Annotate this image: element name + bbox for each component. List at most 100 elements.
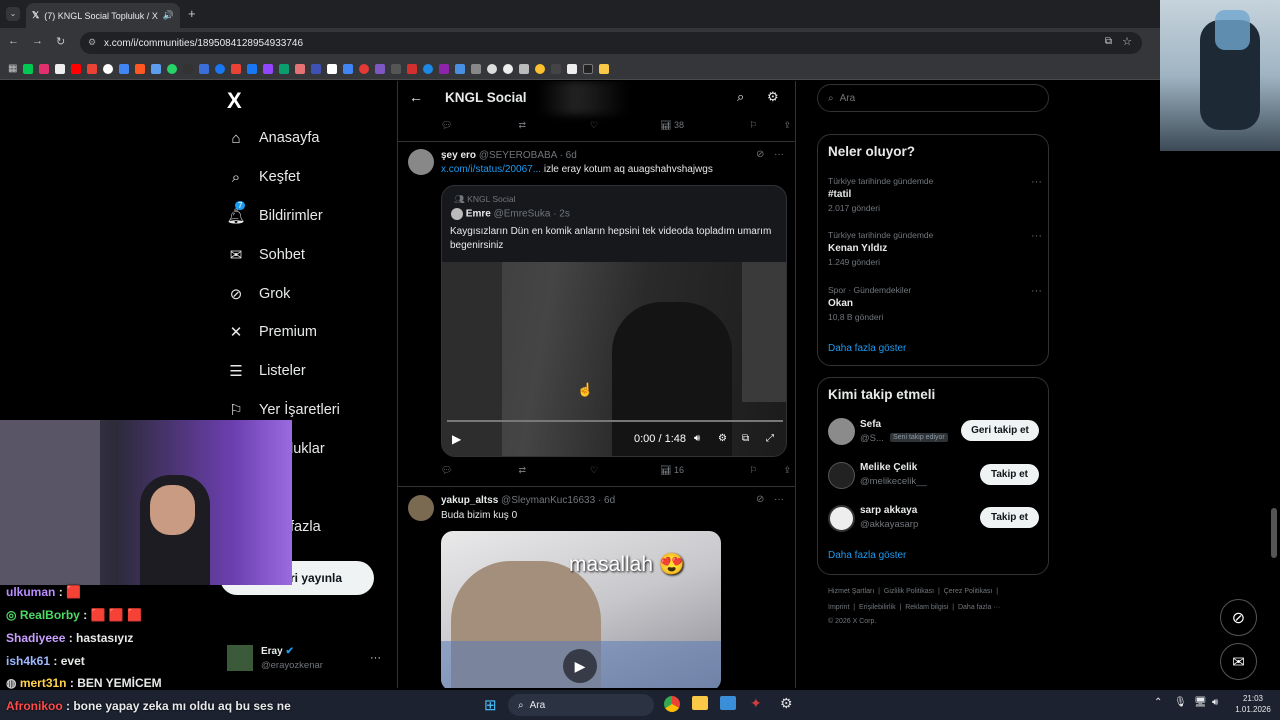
bookmark-icon-14[interactable] [231,63,242,74]
user-name[interactable]: sarp akkaya [860,505,917,516]
bookmark-icon-4[interactable] [71,63,82,74]
back-arrow-icon[interactable]: ← [8,35,19,47]
more-icon[interactable]: ··· [774,149,784,160]
play-icon[interactable]: ▶ [452,432,461,446]
post-avatar[interactable] [408,495,434,521]
site-info-icon[interactable]: ⚙ [88,37,96,48]
video-progress-bar[interactable] [447,420,783,422]
nav-home[interactable]: ⌂ Anasayfa [227,126,319,150]
nav-communities[interactable]: luklar [290,437,325,461]
mic-icon[interactable]: 🎙︎ [1174,697,1187,708]
fullscreen-icon[interactable]: ⤢ [766,433,774,444]
bookmark-icon-36[interactable] [583,63,594,74]
search-input[interactable]: ⌕ Ara [817,84,1049,112]
more-icon[interactable]: ··· [774,494,784,505]
pip-icon[interactable]: ⧉ [742,433,749,444]
bookmark-icon-27[interactable] [439,63,450,74]
post-link[interactable]: x.com/i/status/20067... [441,164,541,175]
bookmark-icon-22[interactable] [359,63,370,74]
explorer-taskbar-icon[interactable] [692,696,708,710]
bookmark-icon-8[interactable] [135,63,146,74]
footer-link[interactable]: Çerez Politikası [944,588,993,595]
user-avatar[interactable] [828,505,855,532]
tab-search-button[interactable]: ⌄ [6,7,20,21]
tab-active[interactable]: 𝕏 (7) KNGL Social Topluluk / X 🔊 ✕ [26,3,180,28]
post-handle[interactable]: @SEYEROBABA [479,150,557,161]
share-icon[interactable]: ⇪ [783,465,791,476]
like-icon[interactable]: ♡ [590,120,598,131]
app-taskbar-icon[interactable]: ✦ [750,695,762,712]
store-taskbar-icon[interactable] [720,696,736,710]
bookmark-icon-29[interactable] [471,63,482,74]
apps-grid-icon[interactable]: ▦ [8,63,17,74]
nav-chat[interactable]: ✉ Sohbet [227,243,305,267]
forward-arrow-icon[interactable]: → [32,35,43,47]
back-arrow-icon[interactable]: ← [409,89,423,105]
user-avatar[interactable] [828,418,855,445]
network-icon[interactable]: 🖥︎ [1194,697,1207,708]
bookmark-icon-6[interactable] [103,63,114,74]
post-avatar[interactable] [408,149,434,175]
post-image[interactable]: masallah 😍 ▶ [441,531,721,688]
tray-chevron-icon[interactable]: ⌃ [1154,697,1162,708]
bookmark-icon-13[interactable] [215,63,226,74]
views-icon[interactable]: 📊︎ 16 [660,465,684,476]
repost-icon[interactable]: ⇄ [518,120,526,131]
account-more-icon[interactable]: ··· [370,652,381,664]
bookmark-icon-34[interactable] [551,63,562,74]
volume-icon[interactable]: 🔊︎ [694,433,700,444]
footer-link[interactable]: Imprint [828,604,849,611]
footer-link[interactable]: Gizlilik Politikası [884,588,934,595]
trend-item[interactable]: Spor · Gündemdekiler Okan 10,8 B gönderi… [828,285,1042,322]
nav-more[interactable]: fazla [290,515,321,539]
star-icon[interactable]: ☆ [1122,35,1132,48]
follow-button[interactable]: Takip et [980,464,1039,485]
trend-more-icon[interactable]: ··· [1031,176,1042,188]
scrollbar-thumb[interactable] [1271,508,1277,558]
repost-icon[interactable]: ⇄ [518,465,526,476]
bookmark-icon[interactable]: ⚐ [749,465,757,476]
bookmark-icon-15[interactable] [247,63,258,74]
bookmark-icon-5[interactable] [87,63,98,74]
bookmark-icon-24[interactable] [391,63,402,74]
bookmark-icon-9[interactable] [151,63,162,74]
post-author[interactable]: yakup_altss [441,495,498,506]
nav-premium[interactable]: ✕ Premium [227,320,317,344]
chrome-taskbar-icon[interactable] [664,696,680,712]
install-icon[interactable]: ⧉ [1105,36,1112,47]
bookmark-icon-10[interactable] [167,63,178,74]
bookmark-icon[interactable]: ⚐ [749,120,757,131]
nav-bookmarks[interactable]: ⚐ Yer İşaretleri [227,398,340,422]
bookmark-icon-16[interactable] [263,63,274,74]
bookmark-icon-19[interactable] [311,63,322,74]
footer-link[interactable]: Hizmet Şartları [828,588,874,595]
windows-start-icon[interactable]: ⊞ [484,696,497,714]
tab-close-icon[interactable]: ✕ [179,10,180,21]
bookmark-icon-11[interactable] [183,63,194,74]
bookmark-icon-25[interactable] [407,63,418,74]
trend-item[interactable]: Türkiye tarihinde gündemde #tatil 2.017 … [828,176,1042,213]
follow-button[interactable]: Takip et [980,507,1039,528]
reload-icon[interactable]: ↻ [56,35,65,48]
bookmark-icon-32[interactable] [519,63,530,74]
footer-link[interactable]: Daha fazla ··· [958,604,1000,611]
like-icon[interactable]: ♡ [590,465,598,476]
nav-grok[interactable]: ⊘ Grok [227,282,291,306]
settings-icon[interactable]: ⚙ [718,433,727,444]
app2-taskbar-icon[interactable]: ⚙ [780,695,793,712]
bookmark-icon-12[interactable] [199,63,210,74]
nav-lists[interactable]: ☰ Listeler [227,359,305,383]
bookmark-icon-33[interactable] [535,63,546,74]
bookmark-icon-23[interactable] [375,63,386,74]
grok-icon[interactable]: ⊘ [756,494,764,505]
video-player[interactable]: ▶ 0:00 / 1:48 🔊︎ ⚙ ⧉ ⤢ ☝ [442,262,786,456]
bookmark-icon-21[interactable] [343,63,354,74]
share-icon[interactable]: ⇪ [783,120,791,131]
who-show-more[interactable]: Daha fazla göster [828,550,906,561]
search-icon[interactable]: ⌕ [737,89,744,105]
trend-item[interactable]: Türkiye tarihinde gündemde Kenan Yıldız … [828,230,1042,267]
quoted-post[interactable]: 👥︎ KNGL Social Emre @EmreSuka · 2s Kaygı… [441,185,787,457]
play-icon[interactable]: ▶ [563,649,597,683]
post-author[interactable]: şey ero [441,150,476,161]
bookmark-icon-35[interactable] [567,63,578,74]
